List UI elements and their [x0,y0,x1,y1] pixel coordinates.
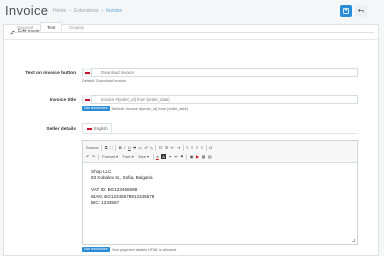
format-dropdown[interactable]: Format ▾ [101,154,119,159]
toolbar-separator [182,144,184,151]
toolbar-separator [155,144,157,151]
breadcrumb: Home › Extensions › Invoice [53,8,122,14]
seller-details-help-text: Your payment details HTML is allowed. [111,247,177,252]
align-right-icon[interactable]: ≡ [196,145,198,150]
page-header: Invoice Home › Extensions › Invoice [0,0,384,24]
resize-handle[interactable] [352,239,355,242]
text-color-icon[interactable]: A [156,154,159,159]
invoice-button-help-text: Default: Download invoice [82,79,126,83]
hr-icon[interactable]: ▤ [208,154,212,159]
align-left-icon[interactable]: ≡ [186,145,188,150]
invoice-button-value[interactable]: Download invoice [92,70,134,75]
seller-details-editor[interactable]: Source ⧉ ⛶ B I U S x₂ x² Iₓ ☷ ☰ ⇤ ⇥ ≡ ≡ … [82,140,358,245]
justify-icon[interactable]: ≡ [201,145,203,150]
toolbar-separator [97,153,99,160]
page-title: Invoice [5,3,49,18]
tab-text[interactable]: Text [40,22,63,32]
seller-details-help: Use shortcodes Your payment details HTML… [82,247,177,252]
unlink-icon[interactable]: ⚮ [174,154,177,159]
toolbar-separator [205,144,207,151]
toolbar-separator [115,144,117,151]
shortcodes-badge[interactable]: Use shortcodes [82,106,110,111]
invoice-button-help: Default: Download invoice [82,79,126,83]
size-dropdown[interactable]: Size ▾ [137,154,150,159]
breadcrumb-extensions[interactable]: Extensions [74,8,98,14]
underline-button[interactable]: U [128,145,131,150]
breadcrumb-separator: › [69,8,72,14]
remove-format-button[interactable]: Iₓ [150,145,152,150]
language-tab-label: English [94,125,108,131]
size-dropdown-label: Size [138,154,146,159]
language-tab-divider [82,133,358,134]
indent-icon[interactable]: ⇥ [177,145,180,150]
undo-icon[interactable]: ↶ [86,154,89,159]
breadcrumb-home[interactable]: Home [53,8,66,14]
invoice-title-value[interactable]: Invoice #{order_id} from {order_date} [92,97,170,102]
undo-icon [358,8,364,13]
editor-toolbar: Source ⧉ ⛶ B I U S x₂ x² Iₓ ☷ ☰ ⇤ ⇥ ≡ ≡ … [83,141,357,163]
seller-details-label: Seller details [46,127,76,132]
strike-button[interactable]: S [133,145,136,150]
anchor-icon[interactable]: ⚑ [180,154,184,159]
superscript-button[interactable]: x² [145,145,148,150]
tab-bar: General Text Display [10,22,91,32]
invoice-title-label: Invoice title [49,98,76,103]
video-icon[interactable]: ▶ [196,154,199,159]
omega-icon[interactable]: Ω [209,145,212,150]
invoice-title-input[interactable]: Invoice #{order_id} from {order_date} [82,95,358,104]
language-flag-icon [83,68,92,77]
toolbar-separator [152,153,154,160]
invoice-button-input[interactable]: Download invoice [82,68,358,77]
italic-button[interactable]: I [124,145,125,150]
tab-divider [10,32,374,33]
seller-line: BIC: 1234567 [91,199,120,205]
source-button[interactable]: Source [86,145,99,150]
shortcodes-badge[interactable]: Use shortcodes [82,247,110,252]
back-button[interactable] [355,5,367,17]
image-icon[interactable]: ▣ [190,154,194,159]
table-icon[interactable]: ▦ [202,154,206,159]
invoice-title-help-text: Default: Invoice #{order_id} from {order… [111,106,188,111]
font-dropdown[interactable]: Font ▾ [122,154,135,159]
invoice-title-help: Use shortcodes Default: Invoice #{order_… [82,106,188,111]
outdent-icon[interactable]: ⇤ [171,145,174,150]
tab-display[interactable]: Display [62,22,91,32]
english-flag-icon [86,124,92,133]
bg-color-icon[interactable]: A [161,154,166,159]
editor-content[interactable]: Shop LLC 83 Kobalev st., Sofia, Bulgaria… [83,163,357,212]
toolbar-row-1: Source ⧉ ⛶ B I U S x₂ x² Iₓ ☷ ☰ ⇤ ⇥ ≡ ≡ … [86,143,354,152]
link-icon[interactable]: ⚭ [168,154,171,159]
language-flag-icon [83,95,92,104]
bold-button[interactable]: B [119,145,122,150]
toolbar-separator [101,144,103,151]
fullscreen-icon[interactable]: ⛶ [110,145,113,150]
breadcrumb-separator: › [101,8,104,14]
font-dropdown-label: Font [122,154,131,159]
toolbar-separator [186,153,188,160]
format-dropdown-label: Format [102,154,115,159]
language-tab-english[interactable]: English [82,123,112,133]
subscript-button[interactable]: x₂ [138,145,142,150]
tab-general[interactable]: General [10,22,40,32]
copy-icon[interactable]: ⧉ [105,145,108,150]
align-center-icon[interactable]: ≡ [191,145,193,150]
save-icon [343,8,349,14]
invoice-button-label: Text on invoice button [25,71,76,76]
numbered-list-icon[interactable]: ☷ [159,145,163,150]
redo-icon[interactable]: ↷ [92,154,95,159]
toolbar-row-2: ↶ ↷ Format ▾ Font ▾ Size ▾ A A ⚭ ⚮ ⚑ ▣ ▶… [86,152,354,161]
breadcrumb-invoice[interactable]: Invoice [106,8,122,14]
save-button[interactable] [340,5,352,17]
bullet-list-icon[interactable]: ☰ [165,145,169,150]
